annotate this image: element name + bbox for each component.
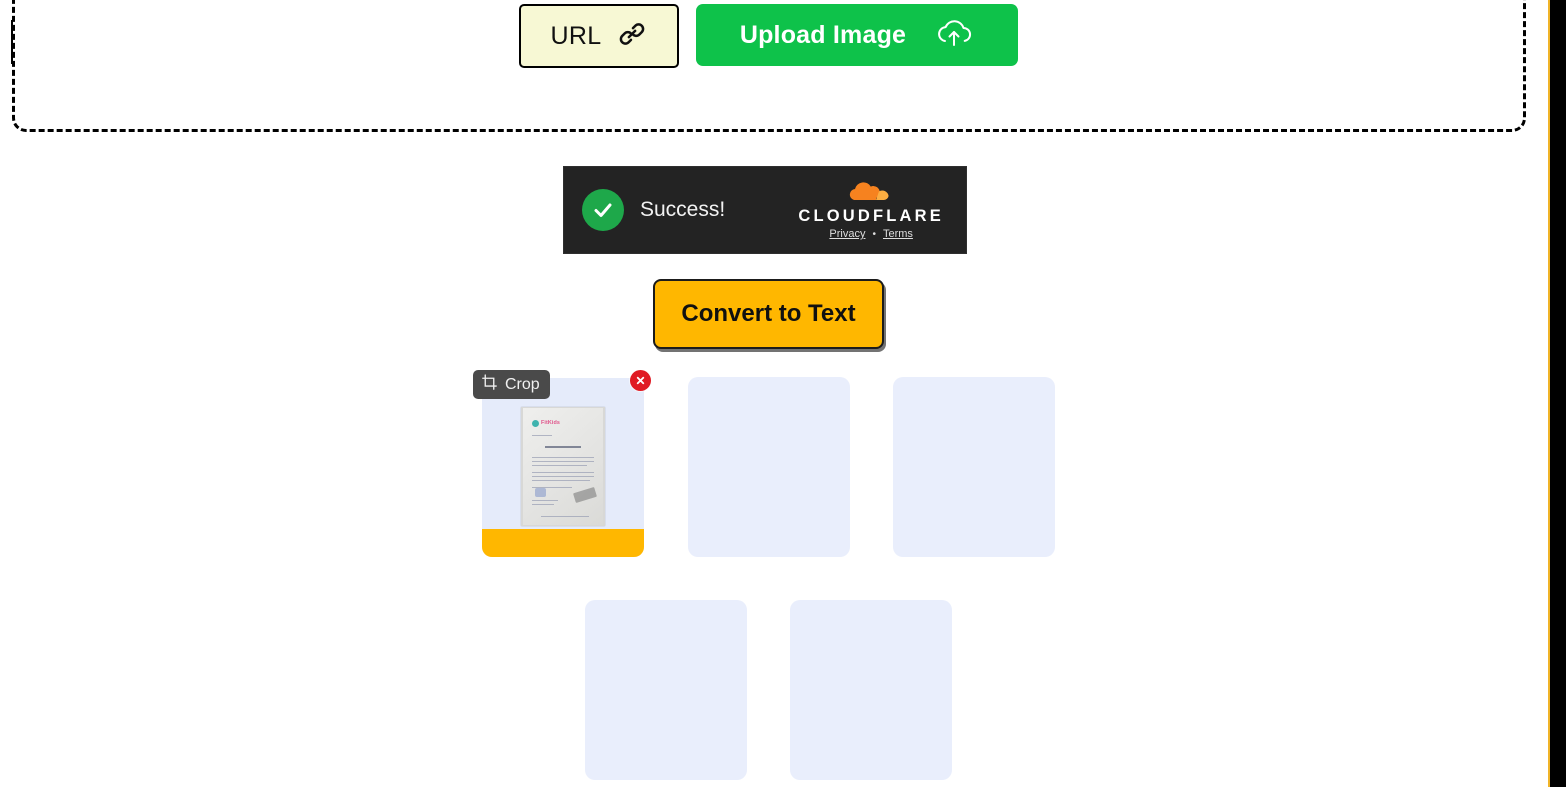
document-text-line xyxy=(532,472,594,474)
document-text-line xyxy=(532,504,554,506)
crop-button[interactable]: Crop xyxy=(473,370,550,399)
document-page: FitKids xyxy=(523,408,603,525)
cloudflare-turnstile-widget: Success! CLOUDFLARE Privacy • Terms xyxy=(563,166,967,254)
link-separator: • xyxy=(872,228,876,240)
document-footer-line xyxy=(541,516,589,518)
link-icon xyxy=(617,19,647,54)
crop-icon xyxy=(481,373,498,396)
thumbnail-card-empty[interactable] xyxy=(790,600,952,780)
thumbnail-card-uploaded[interactable]: FitKids xyxy=(482,378,644,557)
document-text-line xyxy=(532,476,594,478)
document-text-line xyxy=(532,480,590,482)
success-check-icon xyxy=(582,189,624,231)
cloudflare-cloud-icon xyxy=(843,180,899,207)
document-signature xyxy=(535,488,546,497)
turnstile-status-text: Success! xyxy=(640,198,726,221)
url-button-label: URL xyxy=(550,21,602,50)
top-action-bar: URL Upload Image xyxy=(519,4,1018,68)
remove-thumbnail-button[interactable] xyxy=(630,370,651,391)
url-button[interactable]: URL xyxy=(519,4,679,68)
close-icon xyxy=(636,376,645,385)
document-text-line xyxy=(532,457,594,459)
cloud-upload-icon xyxy=(934,17,974,54)
document-text-line xyxy=(532,435,552,437)
upload-progress-bar xyxy=(482,529,644,557)
document-text-line xyxy=(532,500,558,502)
thumbnail-card-empty[interactable] xyxy=(688,377,850,557)
crop-button-label: Crop xyxy=(505,375,540,393)
document-text-line xyxy=(532,461,594,463)
vertical-scrollbar[interactable] xyxy=(1550,0,1566,787)
turnstile-links: Privacy • Terms xyxy=(829,228,913,240)
upload-image-button[interactable]: Upload Image xyxy=(696,4,1018,66)
document-text-line xyxy=(532,465,587,467)
document-logo-text: FitKids xyxy=(541,419,560,426)
terms-link[interactable]: Terms xyxy=(883,228,913,240)
logo-mark-icon xyxy=(532,420,539,427)
thumbnail-card-empty[interactable] xyxy=(585,600,747,780)
document-logo: FitKids xyxy=(532,420,560,427)
cloudflare-brand: CLOUDFLARE Privacy • Terms xyxy=(798,180,944,240)
document-stamp xyxy=(573,487,597,503)
upload-button-label: Upload Image xyxy=(739,20,907,49)
cloudflare-wordmark: CLOUDFLARE xyxy=(798,206,944,225)
uploaded-document-thumbnail: FitKids xyxy=(521,407,605,526)
document-heading-line xyxy=(545,446,581,448)
privacy-link[interactable]: Privacy xyxy=(829,228,865,240)
thumbnail-card-empty[interactable] xyxy=(893,377,1055,557)
convert-to-text-button[interactable]: Convert to Text xyxy=(653,279,884,349)
